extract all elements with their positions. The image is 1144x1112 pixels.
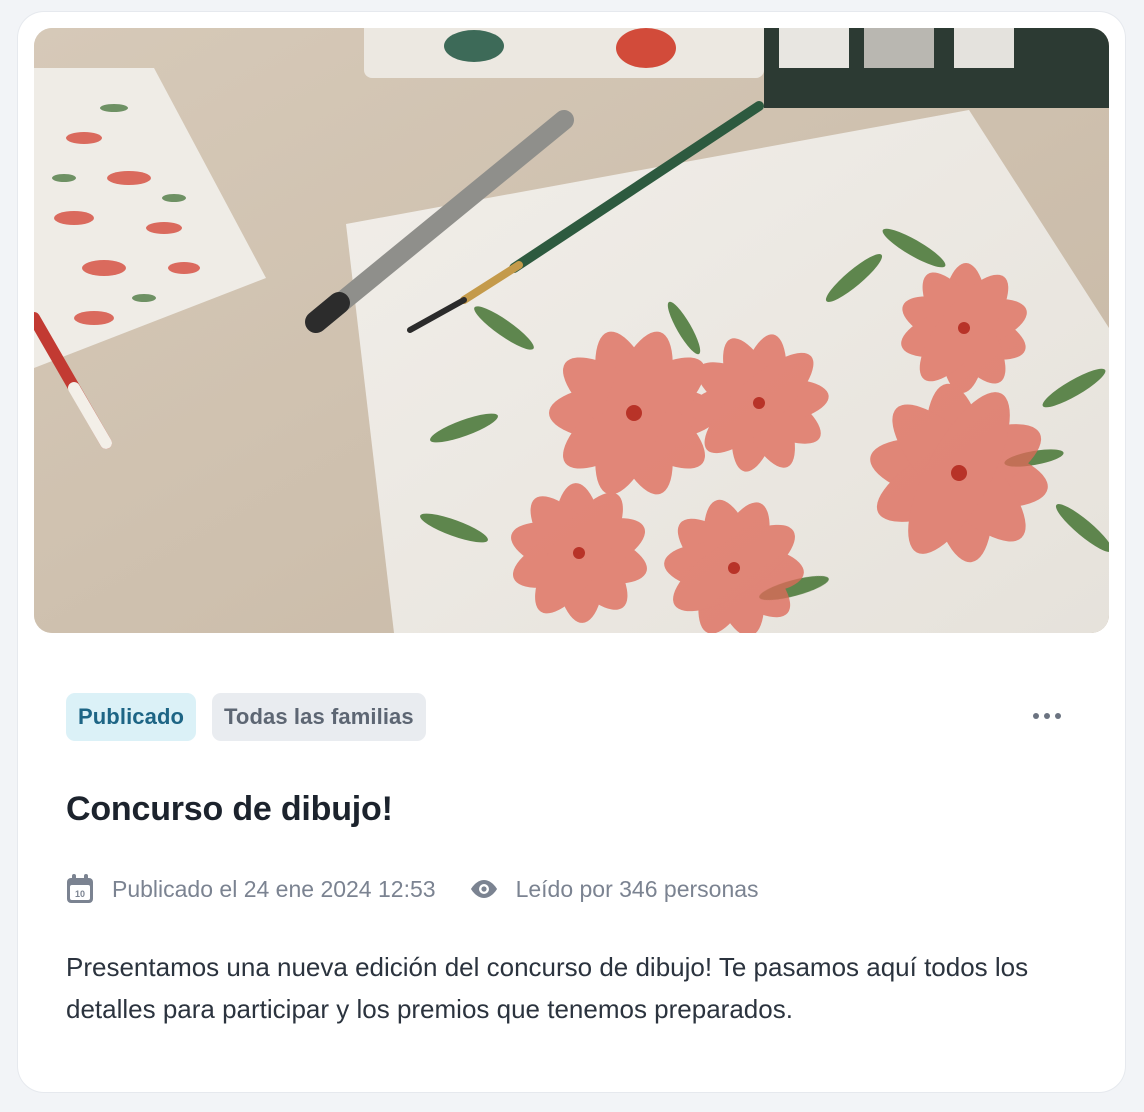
published-date-text: Publicado el 24 ene 2024 12:53 <box>112 875 436 902</box>
tag-list: Publicado Todas las familias <box>66 693 426 741</box>
more-horizontal-icon <box>1033 713 1039 719</box>
audience-badge: Todas las familias <box>212 693 426 741</box>
post-card[interactable]: Publicado Todas las familias Concurso de… <box>18 12 1125 1092</box>
post-title: Concurso de dibujo! <box>66 790 393 828</box>
post-description: Presentamos una nueva edición del concur… <box>66 952 1029 1024</box>
published-date: 10 Publicado el 24 ene 2024 12:53 <box>66 874 436 904</box>
status-badge: Publicado <box>66 693 197 741</box>
hero-image <box>34 28 1109 633</box>
svg-text:10: 10 <box>75 889 85 899</box>
read-count-text: Leído por 346 personas <box>515 875 759 902</box>
calendar-icon: 10 <box>67 874 93 903</box>
read-count: Leído por 346 personas <box>470 876 759 903</box>
more-options-button[interactable] <box>1025 702 1069 730</box>
eye-icon <box>470 880 497 898</box>
post-meta: 10 Publicado el 24 ene 2024 12:53 Leído … <box>66 874 759 904</box>
